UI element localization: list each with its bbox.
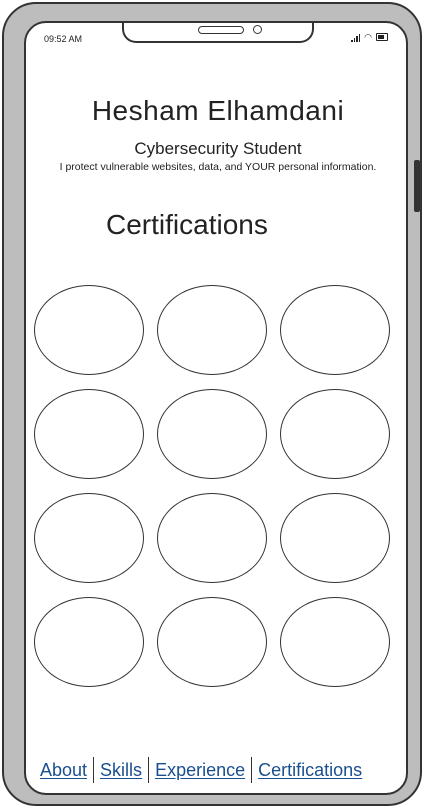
certification-badge[interactable] <box>280 285 390 375</box>
nav-separator <box>251 757 253 783</box>
side-button <box>414 160 420 212</box>
battery-icon <box>376 33 388 41</box>
wifi-icon: ◠ <box>364 32 372 42</box>
certification-badge[interactable] <box>280 597 390 687</box>
profile-name: Hesham Elhamdani <box>91 95 345 126</box>
section-title: Certifications <box>106 209 268 240</box>
nav-separator <box>93 757 95 783</box>
phone-frame: 09:52 AM ◠ Hesham Elhamdani Cybersecurit… <box>2 2 422 806</box>
status-icons: ◠ <box>351 32 388 42</box>
certification-grid <box>34 285 398 687</box>
speaker-icon <box>198 26 244 34</box>
certification-badge[interactable] <box>157 597 267 687</box>
signal-icon <box>351 34 361 42</box>
certification-badge[interactable] <box>157 493 267 583</box>
certification-badge[interactable] <box>280 389 390 479</box>
profile-subtitle: Cybersecurity Student <box>134 139 302 158</box>
status-time: 09:52 AM <box>44 34 83 44</box>
certification-badge[interactable] <box>157 285 267 375</box>
nav-link-skills[interactable]: Skills <box>100 760 142 781</box>
nav-separator <box>148 757 150 783</box>
certification-badge[interactable] <box>34 389 144 479</box>
nav-link-experience[interactable]: Experience <box>155 760 245 781</box>
profile-tagline: I protect vulnerable websites, data, and… <box>59 161 377 173</box>
certification-badge[interactable] <box>34 597 144 687</box>
nav-link-about[interactable]: About <box>40 760 87 781</box>
certification-badge[interactable] <box>34 493 144 583</box>
certification-badge[interactable] <box>280 493 390 583</box>
nav-link-certifications[interactable]: Certifications <box>258 760 362 781</box>
certification-badge[interactable] <box>157 389 267 479</box>
certification-badge[interactable] <box>34 285 144 375</box>
camera-icon <box>253 25 262 34</box>
phone-screen: 09:52 AM ◠ Hesham Elhamdani Cybersecurit… <box>24 21 408 795</box>
bottom-nav: About Skills Experience Certifications <box>40 757 362 783</box>
